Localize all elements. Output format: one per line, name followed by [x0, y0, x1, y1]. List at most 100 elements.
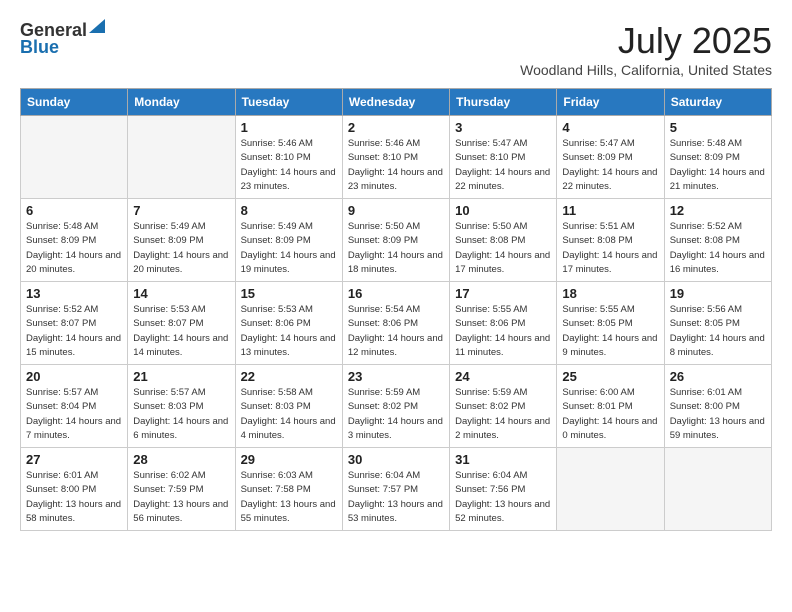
calendar-cell: 4 Sunrise: 5:47 AMSunset: 8:09 PMDaylight… [557, 116, 664, 199]
calendar-cell: 1Sunrise: 5:46 AMSunset: 8:10 PMDaylight… [235, 116, 342, 199]
calendar-cell: 17 Sunrise: 5:55 AMSunset: 8:06 PMDayligh… [450, 282, 557, 365]
logo-blue: Blue [20, 37, 59, 58]
day-number: 24 [455, 369, 551, 384]
day-number: 18 [562, 286, 658, 301]
title-block: July 2025 Woodland Hills, California, Un… [520, 20, 772, 78]
day-number: 17 [455, 286, 551, 301]
day-number: 31 [455, 452, 551, 467]
day-number: 23 [348, 369, 444, 384]
day-info: Sunrise: 5:53 AMSunset: 8:06 PMDaylight:… [241, 303, 337, 360]
day-info: Sunrise: 5:56 AMSunset: 8:05 PMDaylight:… [670, 303, 766, 360]
calendar-cell [128, 116, 235, 199]
calendar-cell: 21 Sunrise: 5:57 AMSunset: 8:03 PMDayligh… [128, 365, 235, 448]
day-info: Sunrise: 5:52 AMSunset: 8:08 PMDaylight:… [670, 220, 766, 277]
day-info: Sunrise: 5:48 AMSunset: 8:09 PMDaylight:… [670, 137, 766, 194]
day-info: Sunrise: 5:49 AMSunset: 8:09 PMDaylight:… [133, 220, 229, 277]
day-info: Sunrise: 5:55 AMSunset: 8:06 PMDaylight:… [455, 303, 551, 360]
day-info: Sunrise: 5:55 AMSunset: 8:05 PMDaylight:… [562, 303, 658, 360]
header-row: SundayMondayTuesdayWednesdayThursdayFrid… [21, 89, 772, 116]
day-info: Sunrise: 5:59 AMSunset: 8:02 PMDaylight:… [348, 386, 444, 443]
day-info: Sunrise: 5:53 AMSunset: 8:07 PMDaylight:… [133, 303, 229, 360]
day-info: Sunrise: 5:51 AMSunset: 8:08 PMDaylight:… [562, 220, 658, 277]
day-info: Sunrise: 5:54 AMSunset: 8:06 PMDaylight:… [348, 303, 444, 360]
location: Woodland Hills, California, United State… [520, 62, 772, 78]
day-number: 9 [348, 203, 444, 218]
calendar-cell: 3 Sunrise: 5:47 AMSunset: 8:10 PMDaylight… [450, 116, 557, 199]
day-number: 5 [670, 120, 766, 135]
calendar-cell: 16Sunrise: 5:54 AMSunset: 8:06 PMDayligh… [342, 282, 449, 365]
day-info: Sunrise: 6:01 AMSunset: 8:00 PMDaylight:… [670, 386, 766, 443]
calendar-cell: 28Sunrise: 6:02 AMSunset: 7:59 PMDayligh… [128, 448, 235, 531]
day-info: Sunrise: 6:01 AMSunset: 8:00 PMDaylight:… [26, 469, 122, 526]
calendar-cell [21, 116, 128, 199]
logo: General Blue [20, 20, 105, 58]
week-row: 1 Sunrise: 5:46 AMSunset: 8:10 PMDaylight… [21, 116, 772, 199]
day-number: 15 [241, 286, 337, 301]
day-info: Sunrise: 5:50 AMSunset: 8:09 PMDaylight:… [348, 220, 444, 277]
day-number: 7 [133, 203, 229, 218]
day-number: 20 [26, 369, 122, 384]
day-info: Sunrise: 5:48 AMSunset: 8:09 PMDaylight:… [26, 220, 122, 277]
calendar-cell: 29Sunrise: 6:03 AMSunset: 7:58 PMDayligh… [235, 448, 342, 531]
header-day: Saturday [664, 89, 771, 116]
header-day: Tuesday [235, 89, 342, 116]
day-info: Sunrise: 5:57 AMSunset: 8:04 PMDaylight:… [26, 386, 122, 443]
day-info: Sunrise: 5:47 AMSunset: 8:09 PMDaylight:… [562, 137, 658, 194]
day-number: 14 [133, 286, 229, 301]
week-row: 6Sunrise: 5:48 AMSunset: 8:09 PMDaylight… [21, 199, 772, 282]
day-number: 29 [241, 452, 337, 467]
calendar-cell: 8 Sunrise: 5:49 AMSunset: 8:09 PMDaylight… [235, 199, 342, 282]
calendar-cell: 9 Sunrise: 5:50 AMSunset: 8:09 PMDaylight… [342, 199, 449, 282]
calendar-cell: 24 Sunrise: 5:59 AMSunset: 8:02 PMDayligh… [450, 365, 557, 448]
day-number: 25 [562, 369, 658, 384]
day-info: Sunrise: 6:04 AMSunset: 7:57 PMDaylight:… [348, 469, 444, 526]
calendar-cell: 27 Sunrise: 6:01 AMSunset: 8:00 PMDayligh… [21, 448, 128, 531]
calendar-cell: 22 Sunrise: 5:58 AMSunset: 8:03 PMDayligh… [235, 365, 342, 448]
day-info: Sunrise: 6:00 AMSunset: 8:01 PMDaylight:… [562, 386, 658, 443]
day-number: 19 [670, 286, 766, 301]
calendar-cell [664, 448, 771, 531]
header-day: Friday [557, 89, 664, 116]
day-info: Sunrise: 5:46 AMSunset: 8:10 PMDaylight:… [348, 137, 444, 194]
day-info: Sunrise: 5:58 AMSunset: 8:03 PMDaylight:… [241, 386, 337, 443]
calendar-cell: 15 Sunrise: 5:53 AMSunset: 8:06 PMDayligh… [235, 282, 342, 365]
calendar-cell: 2 Sunrise: 5:46 AMSunset: 8:10 PMDaylight… [342, 116, 449, 199]
day-info: Sunrise: 5:49 AMSunset: 8:09 PMDaylight:… [241, 220, 337, 277]
day-info: Sunrise: 5:59 AMSunset: 8:02 PMDaylight:… [455, 386, 551, 443]
calendar-cell: 14 Sunrise: 5:53 AMSunset: 8:07 PMDayligh… [128, 282, 235, 365]
calendar-cell: 30 Sunrise: 6:04 AMSunset: 7:57 PMDayligh… [342, 448, 449, 531]
week-row: 27 Sunrise: 6:01 AMSunset: 8:00 PMDayligh… [21, 448, 772, 531]
month-title: July 2025 [520, 20, 772, 62]
day-number: 2 [348, 120, 444, 135]
day-number: 12 [670, 203, 766, 218]
day-info: Sunrise: 5:52 AMSunset: 8:07 PMDaylight:… [26, 303, 122, 360]
calendar-cell: 10Sunrise: 5:50 AMSunset: 8:08 PMDayligh… [450, 199, 557, 282]
week-row: 20 Sunrise: 5:57 AMSunset: 8:04 PMDayligh… [21, 365, 772, 448]
calendar-cell: 18 Sunrise: 5:55 AMSunset: 8:05 PMDayligh… [557, 282, 664, 365]
week-row: 13 Sunrise: 5:52 AMSunset: 8:07 PMDayligh… [21, 282, 772, 365]
day-info: Sunrise: 5:47 AMSunset: 8:10 PMDaylight:… [455, 137, 551, 194]
day-number: 21 [133, 369, 229, 384]
header-day: Wednesday [342, 89, 449, 116]
day-number: 10 [455, 203, 551, 218]
day-info: Sunrise: 5:57 AMSunset: 8:03 PMDaylight:… [133, 386, 229, 443]
header-day: Monday [128, 89, 235, 116]
day-number: 8 [241, 203, 337, 218]
day-number: 22 [241, 369, 337, 384]
page-header: General Blue July 2025 Woodland Hills, C… [20, 20, 772, 78]
calendar-cell: 23 Sunrise: 5:59 AMSunset: 8:02 PMDayligh… [342, 365, 449, 448]
calendar-cell: 12 Sunrise: 5:52 AMSunset: 8:08 PMDayligh… [664, 199, 771, 282]
calendar-cell: 20 Sunrise: 5:57 AMSunset: 8:04 PMDayligh… [21, 365, 128, 448]
day-number: 3 [455, 120, 551, 135]
header-day: Sunday [21, 89, 128, 116]
logo-arrow [89, 19, 105, 38]
header-day: Thursday [450, 89, 557, 116]
day-number: 1 [241, 120, 337, 135]
day-number: 13 [26, 286, 122, 301]
day-number: 11 [562, 203, 658, 218]
day-number: 30 [348, 452, 444, 467]
day-number: 27 [26, 452, 122, 467]
calendar-cell: 25 Sunrise: 6:00 AMSunset: 8:01 PMDayligh… [557, 365, 664, 448]
calendar-cell: 7 Sunrise: 5:49 AMSunset: 8:09 PMDaylight… [128, 199, 235, 282]
day-number: 4 [562, 120, 658, 135]
